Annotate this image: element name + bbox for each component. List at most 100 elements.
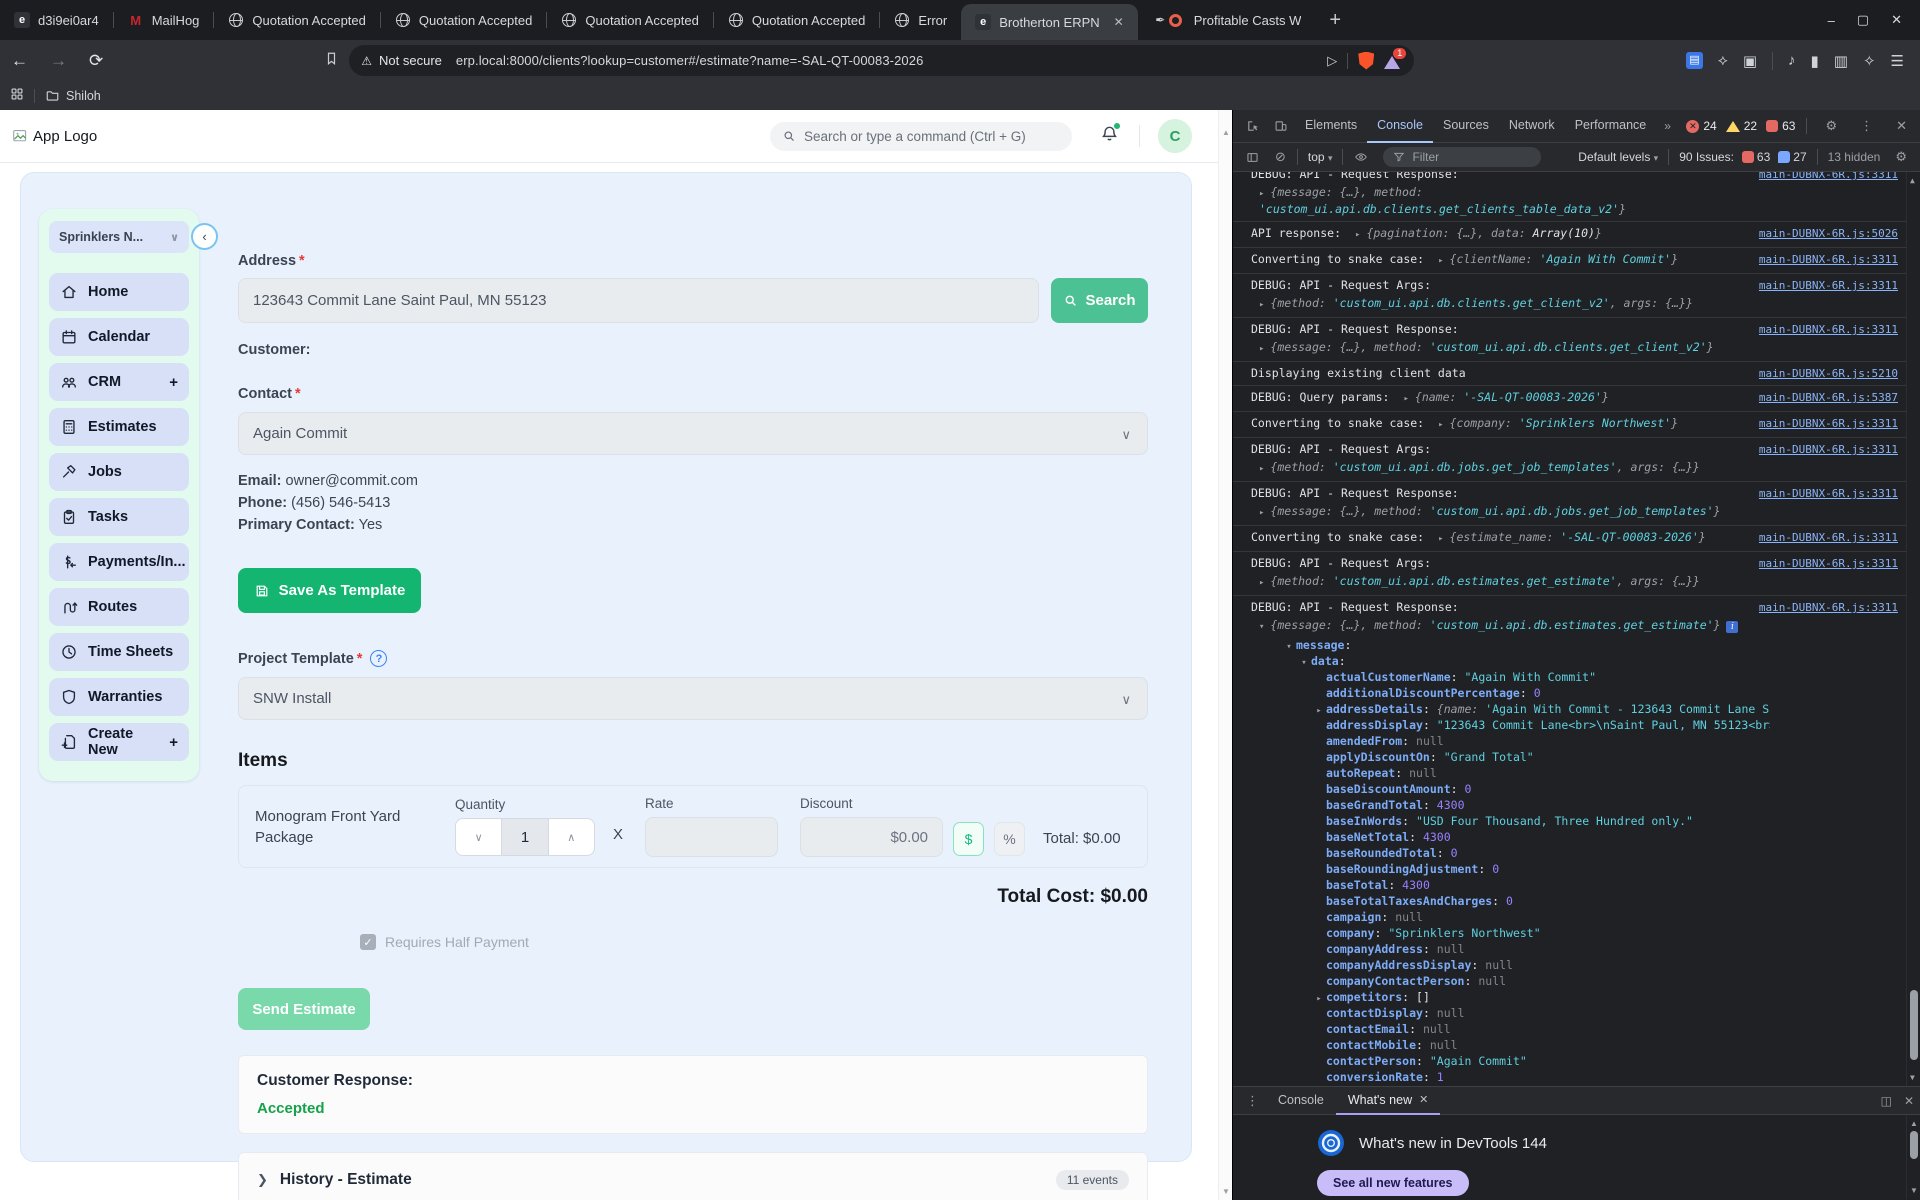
sidebar-item-home[interactable]: Home	[49, 273, 189, 311]
sidebar-item-crm[interactable]: CRM +	[49, 363, 189, 401]
issues-red-chip[interactable]: 63	[1741, 150, 1770, 164]
object-preview[interactable]: ▸ {message: {…}, method: 'custom_ui.api.d…	[1251, 504, 1770, 521]
tree-arrow-icon[interactable]	[1312, 927, 1326, 941]
issues-count-label[interactable]: 90 Issues:	[1679, 150, 1734, 164]
object-tree-row[interactable]: actualCustomerName: "Again With Commit"	[1251, 669, 1770, 685]
window-maximize-button[interactable]: ▢	[1857, 12, 1869, 28]
drawer-layout-icon[interactable]: ◫	[1881, 1094, 1892, 1108]
drawer-scrollbar[interactable]: ▲ ▼	[1906, 1115, 1920, 1199]
close-devtools-icon[interactable]: ✕	[1889, 118, 1914, 134]
browser-tab[interactable]: Error	[880, 0, 961, 40]
object-tree-row[interactable]: additionalDiscountPercentage: 0	[1251, 685, 1770, 701]
object-tree-row[interactable]: companyAddress: null	[1251, 941, 1770, 957]
tree-arrow-icon[interactable]	[1312, 863, 1326, 877]
context-selector[interactable]: top ▾	[1302, 150, 1339, 164]
sidebar-item-calendar[interactable]: Calendar	[49, 318, 189, 356]
tree-arrow-icon[interactable]	[1312, 831, 1326, 845]
device-toolbar-icon[interactable]	[1267, 119, 1295, 133]
tree-arrow-icon[interactable]	[1312, 671, 1326, 685]
object-tree-row[interactable]: baseTotal: 4300	[1251, 877, 1770, 893]
object-preview[interactable]: ▸ {message: {…}, method: 'custom_ui.api.d…	[1251, 340, 1770, 357]
object-preview[interactable]: ▸ {estimate_name: '-SAL-QT-00083-2026'}	[1438, 530, 1706, 544]
expand-arrow-icon[interactable]: ▸	[1355, 230, 1360, 240]
object-tree-row[interactable]: baseDiscountAmount: 0	[1251, 781, 1770, 797]
object-tree-row[interactable]: contactMobile: null	[1251, 1037, 1770, 1053]
see-all-features-button[interactable]: See all new features	[1317, 1170, 1469, 1196]
tree-arrow-icon[interactable]	[1312, 975, 1326, 989]
browser-tab[interactable]: Quotation Accepted	[381, 0, 546, 40]
expand-arrow-icon[interactable]: ▸	[1259, 578, 1264, 588]
browser-tab[interactable]: Quotation Accepted	[714, 0, 879, 40]
sidebar-item-payments-in[interactable]: Payments/In...	[49, 543, 189, 581]
object-tree-row[interactable]: contactDisplay: null	[1251, 1005, 1770, 1021]
source-link[interactable]: main-DUBNX-6R.js:5210	[1759, 366, 1898, 381]
help-icon[interactable]: ?	[370, 650, 388, 667]
object-tree-row[interactable]: baseTotalTaxesAndCharges: 0	[1251, 893, 1770, 909]
source-link[interactable]: main-DUBNX-6R.js:5387	[1759, 390, 1898, 405]
object-tree-row[interactable]: companyContactPerson: null	[1251, 973, 1770, 989]
bookmark-folder[interactable]: Shiloh	[45, 88, 101, 103]
browser-tab[interactable]: ✒ Profitable Casts W	[1138, 0, 1316, 40]
extension-badge-icon[interactable]: 1	[1384, 47, 1407, 69]
extension-icon[interactable]: ⟡	[1718, 52, 1728, 69]
object-preview[interactable]: ▸ {message: {…}, method: 'custom_ui.api.d…	[1251, 185, 1770, 217]
tree-arrow-icon[interactable]	[1312, 815, 1326, 829]
send-estimate-button[interactable]: Send Estimate	[238, 988, 370, 1030]
eye-icon[interactable]	[1347, 150, 1375, 164]
object-preview[interactable]: ▸ {name: '-SAL-QT-00083-2026'}	[1403, 390, 1608, 404]
object-tree-row[interactable]: ▾ message:	[1251, 637, 1770, 653]
tab-close-icon[interactable]: ✕	[1114, 15, 1124, 29]
scrollbar-thumb[interactable]	[1910, 990, 1918, 1060]
object-preview[interactable]: ▸ {pagination: {…}, data: Array(10)}	[1355, 226, 1602, 240]
rate-input[interactable]	[645, 817, 779, 857]
wallet-icon[interactable]: ▥	[1834, 52, 1848, 70]
history-section[interactable]: ❯ History - Estimate 11 events	[238, 1152, 1148, 1200]
source-link[interactable]: main-DUBNX-6R.js:3311	[1759, 172, 1898, 182]
browser-tab[interactable]: Quotation Accepted	[547, 0, 712, 40]
reload-icon[interactable]: ⟳	[78, 51, 114, 71]
apps-grid-icon[interactable]	[10, 87, 24, 104]
tree-arrow-icon[interactable]: ▾	[1282, 639, 1296, 653]
console-scrollbar[interactable]: ▲ ▼	[1906, 172, 1920, 1086]
devtools-tab-console[interactable]: Console	[1367, 110, 1433, 143]
forward-icon[interactable]: →	[39, 51, 78, 71]
tree-arrow-icon[interactable]	[1312, 735, 1326, 749]
kebab-menu-icon[interactable]: ⋮	[1853, 118, 1880, 134]
console-warnings-badge[interactable]: 22	[1725, 119, 1757, 133]
object-tree-row[interactable]: contactEmail: null	[1251, 1021, 1770, 1037]
drawer-tab-console[interactable]: Console	[1266, 1086, 1336, 1115]
tree-arrow-icon[interactable]	[1312, 687, 1326, 701]
half-payment-checkbox[interactable]: ✓	[360, 934, 376, 950]
tree-arrow-icon[interactable]	[1312, 1007, 1326, 1021]
tree-arrow-icon[interactable]	[1312, 799, 1326, 813]
plus-icon[interactable]: +	[169, 734, 178, 751]
tree-arrow-icon[interactable]	[1312, 1023, 1326, 1037]
address-input[interactable]: 123643 Commit Lane Saint Paul, MN 55123	[238, 278, 1039, 323]
close-icon[interactable]: ✕	[1419, 1087, 1428, 1114]
console-errors-badge[interactable]: ✕ 24	[1686, 119, 1717, 133]
window-close-button[interactable]: ✕	[1891, 12, 1902, 28]
tree-arrow-icon[interactable]	[1312, 847, 1326, 861]
object-tree-row[interactable]: autoRepeat: null	[1251, 765, 1770, 781]
sidebar-item-jobs[interactable]: Jobs	[49, 453, 189, 491]
menu-icon[interactable]: ☰	[1891, 52, 1904, 70]
quantity-decrement-button[interactable]: ∨	[456, 819, 501, 855]
tree-arrow-icon[interactable]	[1312, 1071, 1326, 1085]
expand-arrow-icon[interactable]: ▸	[1259, 300, 1264, 310]
object-preview[interactable]: ▾ {message: {…}, method: 'custom_ui.api.d…	[1251, 618, 1770, 635]
discount-dollar-button[interactable]: $	[953, 821, 985, 856]
clear-console-icon[interactable]: ⊘	[1268, 149, 1293, 165]
object-tree-row[interactable]: couponCode: null	[1251, 1085, 1770, 1086]
ai-sparkle-icon[interactable]: ✧	[1863, 52, 1876, 70]
tree-arrow-icon[interactable]	[1312, 959, 1326, 973]
tree-arrow-icon[interactable]	[1312, 943, 1326, 957]
source-link[interactable]: main-DUBNX-6R.js:3311	[1759, 252, 1898, 267]
discount-input[interactable]: $0.00	[800, 817, 944, 857]
more-tabs-icon[interactable]: »	[1656, 119, 1679, 133]
sidebar-toggle-icon[interactable]: ▮	[1811, 52, 1819, 70]
source-link[interactable]: main-DUBNX-6R.js:3311	[1759, 416, 1898, 431]
object-preview[interactable]: ▸ {method: 'custom_ui.api.db.clients.get_…	[1251, 296, 1770, 313]
devtools-tab-elements[interactable]: Elements	[1295, 110, 1367, 143]
tree-arrow-icon[interactable]	[1312, 895, 1326, 909]
global-search-input[interactable]: Search or type a command (Ctrl + G)	[770, 121, 1072, 151]
